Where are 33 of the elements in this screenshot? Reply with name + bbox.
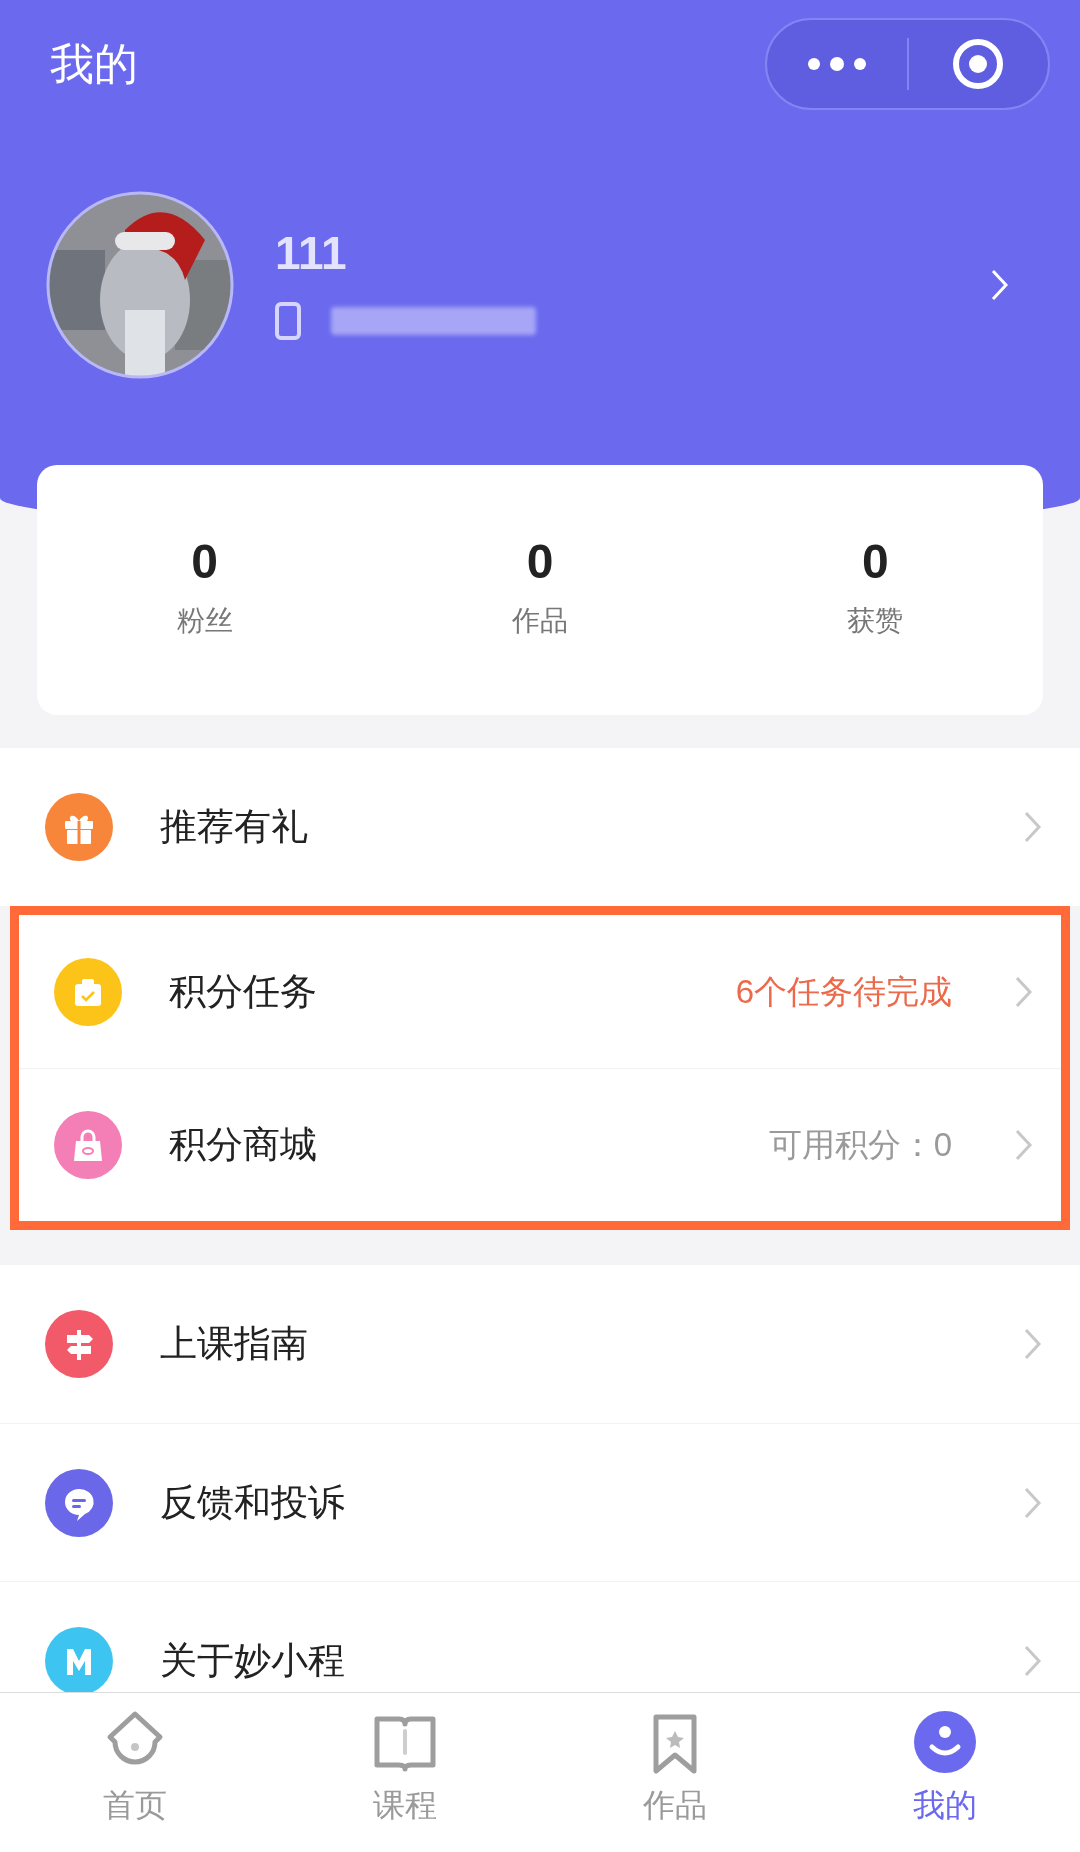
target-icon [951, 37, 1006, 91]
chevron-right-icon [1014, 1128, 1034, 1162]
menu-label: 推荐有礼 [160, 805, 309, 850]
chevron-right-icon [1014, 974, 1034, 1009]
menu-label: 关于妙小程 [160, 1638, 346, 1683]
stat-value: 0 [526, 538, 554, 586]
stat-value: 0 [861, 538, 889, 586]
menu-label: 上课指南 [160, 1322, 309, 1367]
menu-item[interactable]: 积分商城 可用积分：0 [19, 1068, 1061, 1221]
chevron-right-icon [1023, 810, 1043, 844]
phone-icon [275, 302, 301, 340]
chevron-right-icon [990, 268, 1010, 302]
menu-item[interactable]: 推荐有礼 [0, 748, 1080, 906]
user-name: 111 [275, 230, 348, 276]
chevron-right-icon [1023, 1327, 1043, 1361]
menu-label: 反馈和投诉 [160, 1480, 346, 1525]
stat-label: 作品 [512, 604, 568, 638]
stat-label: 粉丝 [176, 604, 233, 638]
menu-item[interactable]: 积分任务 6个任务待完成 [19, 915, 1061, 1068]
menu-detail: 6个任务待完成 [735, 971, 952, 1012]
chevron-right-icon [1023, 1643, 1043, 1678]
menu-label: 积分任务 [169, 969, 318, 1014]
menu-label: 积分商城 [169, 1123, 318, 1168]
menu-item[interactable]: 反馈和投诉 [0, 1423, 1080, 1581]
chevron-right-icon [1023, 1485, 1043, 1520]
tab[interactable]: 我的 [810, 1693, 1080, 1852]
page-title: 我的 [50, 38, 138, 90]
menu-detail: 可用积分：0 [768, 1125, 952, 1166]
stat-value: 0 [191, 538, 218, 586]
more-icon [806, 57, 867, 71]
menu-item[interactable]: 上课指南 [0, 1265, 1080, 1423]
stat-label: 获赞 [847, 604, 904, 638]
smiley-icon [912, 1709, 978, 1775]
